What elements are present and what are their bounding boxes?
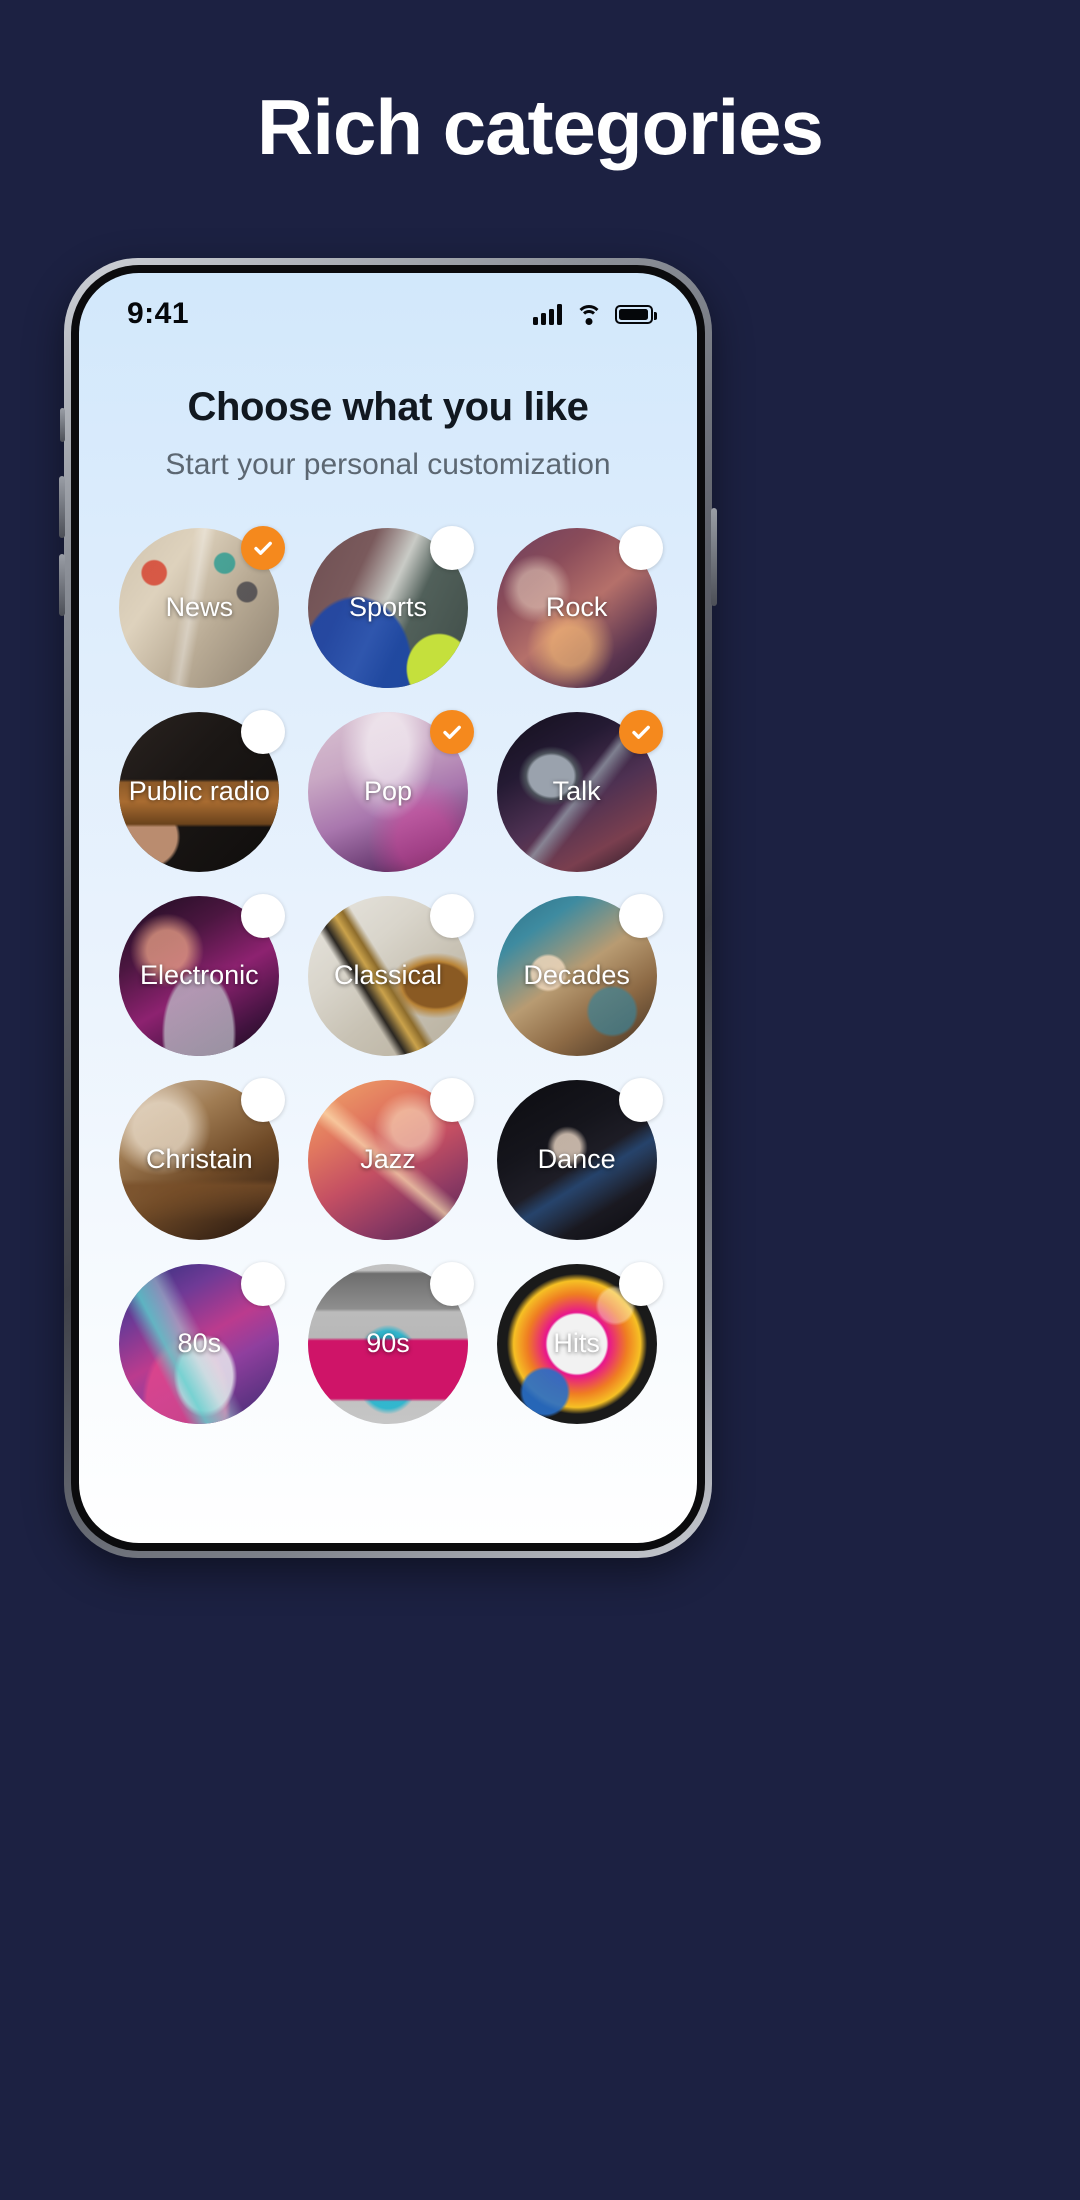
category-grid: News Sports Rock Public radio Pop Talk Electro…	[79, 526, 697, 1424]
category-tile[interactable]: 90s	[307, 1262, 474, 1424]
empty-circle-icon[interactable]	[618, 1078, 663, 1122]
empty-circle-icon[interactable]	[618, 1262, 663, 1306]
check-circle-icon[interactable]	[618, 710, 663, 754]
volume-down-button[interactable]	[59, 554, 65, 616]
wifi-icon	[575, 304, 602, 325]
cellular-signal-icon	[533, 303, 562, 325]
empty-circle-icon[interactable]	[241, 710, 286, 754]
category-tile[interactable]: News	[119, 526, 286, 688]
volume-up-button[interactable]	[59, 476, 65, 538]
category-tile[interactable]: Decades	[496, 894, 663, 1056]
category-tile[interactable]: Christain	[119, 1078, 286, 1240]
empty-circle-icon[interactable]	[241, 894, 286, 938]
category-tile[interactable]: Talk	[496, 710, 663, 872]
empty-circle-icon[interactable]	[241, 1262, 286, 1306]
status-bar-time: 9:41	[127, 297, 190, 330]
page-title: Choose what you like	[187, 385, 589, 429]
category-tile[interactable]: Classical	[307, 894, 474, 1056]
category-tile[interactable]: 80s	[119, 1262, 286, 1424]
status-bar-icons	[533, 303, 657, 325]
category-tile[interactable]: Hits	[496, 1262, 663, 1424]
promo-headline: Rich categories	[257, 83, 824, 171]
category-tile[interactable]: Dance	[496, 1078, 663, 1240]
power-button[interactable]	[711, 508, 717, 606]
mute-switch-button[interactable]	[60, 408, 65, 442]
empty-circle-icon[interactable]	[429, 1078, 474, 1122]
category-tile[interactable]: Public radio	[119, 710, 286, 872]
battery-full-icon	[615, 304, 657, 324]
empty-circle-icon[interactable]	[429, 526, 474, 570]
empty-circle-icon[interactable]	[618, 526, 663, 570]
category-tile[interactable]: Rock	[496, 526, 663, 688]
empty-circle-icon[interactable]	[241, 1078, 286, 1122]
category-tile[interactable]: Jazz	[307, 1078, 474, 1240]
phone-bezel: 9:41 Choose what you like Start your per…	[71, 265, 705, 1551]
empty-circle-icon[interactable]	[429, 1262, 474, 1306]
empty-circle-icon[interactable]	[618, 894, 663, 938]
category-tile[interactable]: Electronic	[119, 894, 286, 1056]
phone-screen: 9:41 Choose what you like Start your per…	[79, 273, 697, 1543]
check-circle-icon[interactable]	[429, 710, 474, 754]
status-bar: 9:41	[79, 273, 697, 341]
page-subtitle: Start your personal customization	[165, 448, 611, 481]
category-tile[interactable]: Pop	[307, 710, 474, 872]
check-circle-icon[interactable]	[241, 526, 286, 570]
category-tile[interactable]: Sports	[307, 526, 474, 688]
phone-mockup: 9:41 Choose what you like Start your per…	[59, 258, 717, 1558]
empty-circle-icon[interactable]	[429, 894, 474, 938]
screen-header: Choose what you like Start your personal…	[79, 341, 697, 482]
